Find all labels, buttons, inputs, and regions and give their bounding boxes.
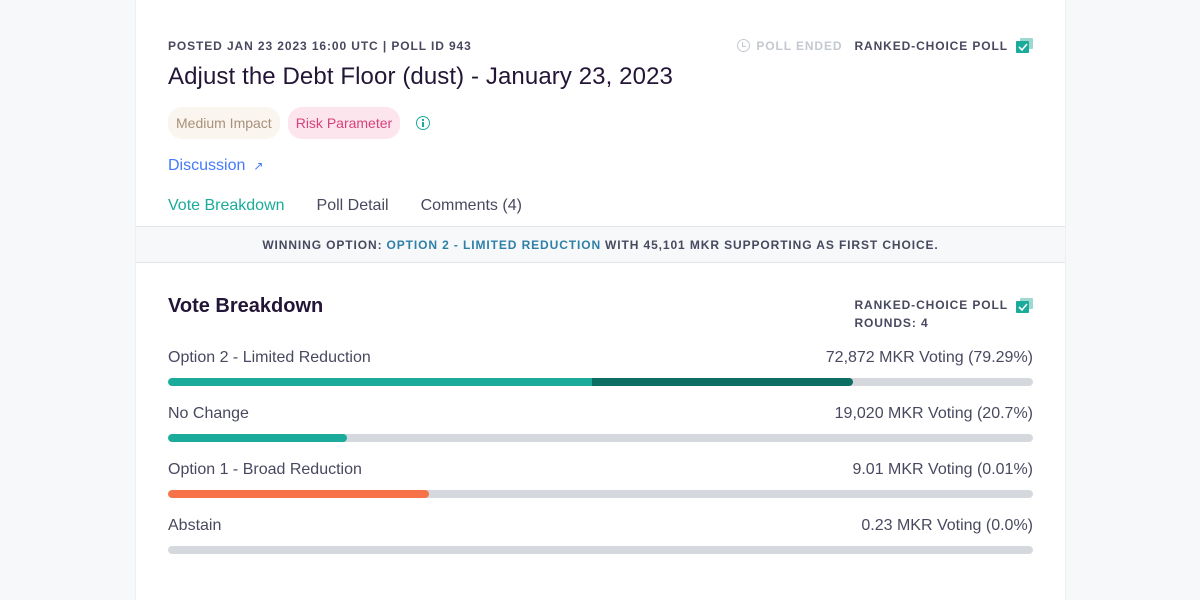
option-result: 19,020 MKR Voting (20.7%) bbox=[834, 405, 1033, 422]
breakdown-poll-info: RANKED-CHOICE POLL ROUNDS: 4 bbox=[854, 296, 1033, 332]
breakdown-rounds: ROUNDS: 4 bbox=[854, 316, 929, 330]
option-result: 72,872 MKR Voting (79.29%) bbox=[825, 349, 1033, 366]
option-name: No Change bbox=[168, 405, 249, 422]
first-choice-segment bbox=[168, 434, 348, 442]
poll-tags: Medium Impact Risk Parameter bbox=[168, 107, 431, 139]
tab-vote-breakdown[interactable]: Vote Breakdown bbox=[168, 197, 285, 215]
external-link-icon: ↗ bbox=[253, 159, 264, 173]
option-name: Option 2 - Limited Reduction bbox=[168, 349, 371, 366]
option-progress-bar bbox=[168, 490, 1033, 498]
poll-title: Adjust the Debt Floor (dust) - January 2… bbox=[168, 63, 673, 90]
winner-suffix: WITH 45,101 MKR SUPPORTING AS FIRST CHOI… bbox=[605, 237, 939, 252]
vote-option-row: Option 2 - Limited Reduction 72,872 MKR … bbox=[168, 349, 1033, 386]
option-progress-bar bbox=[168, 378, 1033, 386]
clock-icon bbox=[737, 39, 751, 52]
discussion-label: Discussion bbox=[168, 157, 246, 174]
tag-medium-impact[interactable]: Medium Impact bbox=[168, 107, 280, 139]
transfer-segment bbox=[591, 378, 854, 386]
option-progress-bar bbox=[168, 434, 1033, 442]
discussion-link[interactable]: Discussion ↗ bbox=[168, 157, 263, 175]
poll-status-area: POLL ENDED RANKED-CHOICE POLL bbox=[737, 38, 1033, 53]
option-result: 0.23 MKR Voting (0.0%) bbox=[861, 517, 1033, 534]
info-icon[interactable] bbox=[416, 116, 431, 130]
ranked-choice-icon bbox=[1016, 38, 1033, 53]
tab-poll-detail[interactable]: Poll Detail bbox=[317, 197, 389, 215]
vote-option-row: Option 1 - Broad Reduction 9.01 MKR Voti… bbox=[168, 461, 1033, 498]
option-name: Option 1 - Broad Reduction bbox=[168, 461, 362, 478]
poll-card: POSTED JAN 23 2023 16:00 UTC | POLL ID 9… bbox=[135, 0, 1066, 600]
winning-option-banner: WINNING OPTION: OPTION 2 - LIMITED REDUC… bbox=[136, 226, 1065, 263]
poll-tabs: Vote Breakdown Poll Detail Comments (4) bbox=[168, 197, 522, 215]
winner-option: OPTION 2 - LIMITED REDUCTION bbox=[386, 237, 602, 252]
poll-meta: POSTED JAN 23 2023 16:00 UTC | POLL ID 9… bbox=[168, 39, 472, 53]
first-choice-segment bbox=[168, 490, 430, 498]
vote-option-row: No Change 19,020 MKR Voting (20.7%) bbox=[168, 405, 1033, 442]
tag-risk-parameter[interactable]: Risk Parameter bbox=[287, 107, 401, 139]
poll-status: POLL ENDED bbox=[737, 39, 842, 53]
winner-prefix: WINNING OPTION: bbox=[262, 237, 383, 252]
poll-header: POSTED JAN 23 2023 16:00 UTC | POLL ID 9… bbox=[136, 0, 1065, 226]
breakdown-poll-type: RANKED-CHOICE POLL bbox=[854, 296, 1033, 314]
ranked-choice-icon bbox=[1016, 298, 1033, 314]
option-progress-bar bbox=[168, 546, 1033, 554]
option-result: 9.01 MKR Voting (0.01%) bbox=[852, 461, 1033, 478]
first-choice-segment bbox=[168, 378, 592, 386]
tab-comments[interactable]: Comments (4) bbox=[421, 197, 522, 215]
vote-option-row: Abstain 0.23 MKR Voting (0.0%) bbox=[168, 517, 1033, 554]
poll-status-label: POLL ENDED bbox=[756, 38, 843, 53]
option-name: Abstain bbox=[168, 517, 222, 534]
poll-type-label: RANKED-CHOICE POLL bbox=[854, 38, 1008, 53]
breakdown-title: Vote Breakdown bbox=[168, 295, 324, 317]
